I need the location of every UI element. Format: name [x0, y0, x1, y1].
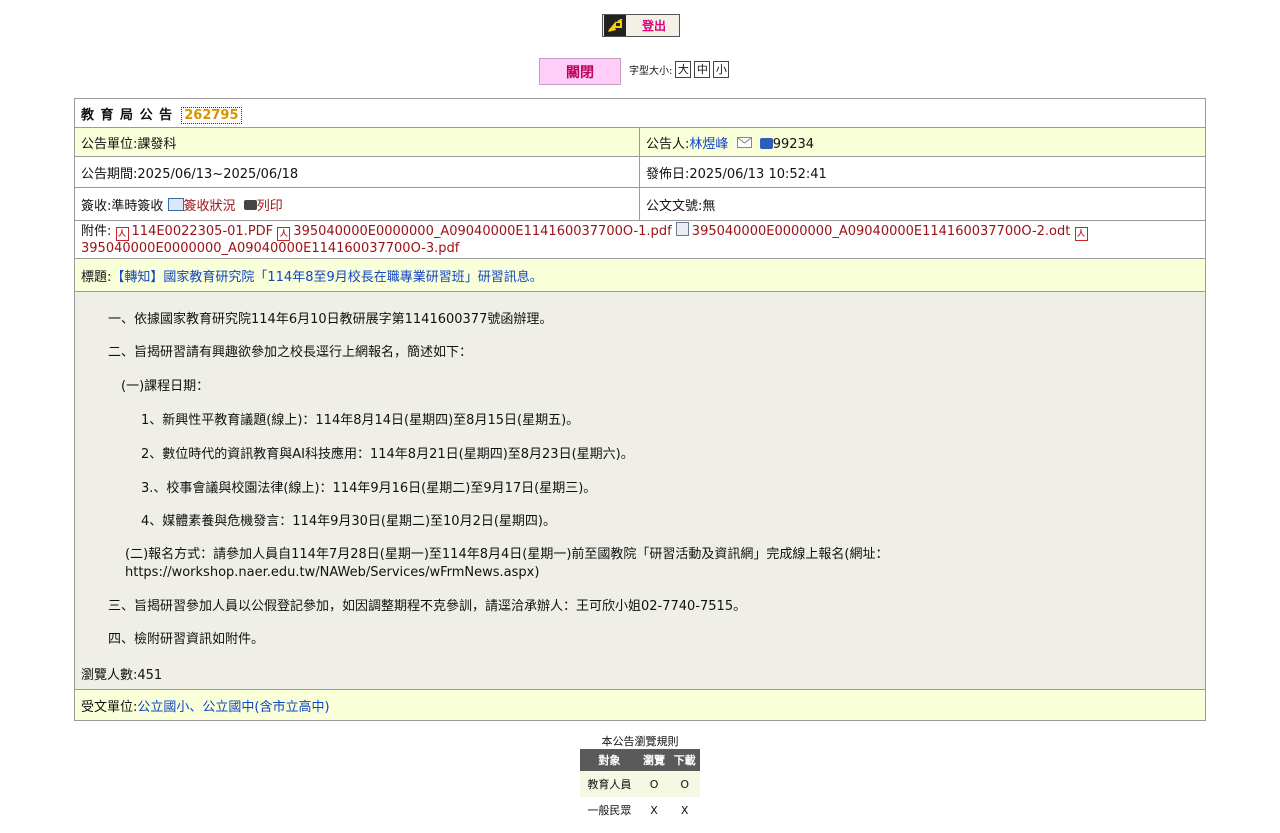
unit-cell: 公告單位:課發科: [74, 127, 640, 157]
rules-header: 瀏覽: [638, 749, 670, 771]
rules-header: 對象: [580, 749, 639, 771]
logout-label: 登出: [642, 19, 667, 33]
announcement-title-link[interactable]: 【轉知】國家教育研究院「114年8至9月校長在職專業研習班」研習訊息。: [111, 270, 542, 285]
announcer-cell: 公告人:林煜峰 99234: [639, 127, 1206, 157]
attachment-link[interactable]: 395040000E0000000_A09040000E114160037700…: [293, 224, 671, 239]
body-line: 二、旨揭研習請有興趣欲參加之校長逕行上網報名，簡述如下：: [108, 345, 473, 360]
body-line: 三、旨揭研習參加人員以公假登記參加，如因調整期程不克參訓，請逕洽承辦人：王可欣小…: [108, 599, 747, 614]
signoff-cell: 簽收:準時簽收 簽收狀況 列印: [74, 187, 640, 221]
view-rules-title: 本公告瀏覽規則: [601, 735, 679, 748]
title-label: 標題:: [81, 269, 112, 285]
printer-icon: [243, 199, 257, 210]
mail-icon[interactable]: [736, 136, 752, 148]
phone-number: 99234: [772, 136, 815, 152]
publish-date-cell: 發佈日:2025/06/13 10:52:41: [639, 156, 1206, 188]
attachment-link[interactable]: 395040000E0000000_A09040000E114160037700…: [692, 224, 1071, 239]
view-count: 瀏覽人數:451: [81, 668, 163, 683]
pdf-icon: 人: [115, 227, 129, 241]
announcement-header-label: 教 育 局 公 告: [81, 107, 174, 123]
body-line: 四、檢附研習資訊如附件。: [108, 632, 265, 647]
body-line: 1、新興性平教育議題(線上)：114年8月14日(星期四)至8月15日(星期五)…: [141, 413, 580, 428]
font-size-selector: 字型大小: 大 中 小: [629, 61, 730, 78]
period-cell: 公告期間:2025/06/13~2025/06/18: [74, 156, 640, 188]
announcement-header: 教 育 局 公 告 262795: [74, 98, 1206, 128]
announcer-name-link[interactable]: 林煜峰: [689, 137, 728, 152]
recipients-cell: 受文單位:公立國小、公立國中(含市立高中): [74, 689, 1206, 721]
font-size-medium-button[interactable]: 中: [694, 61, 711, 78]
logout-button[interactable]: 登出: [602, 14, 680, 37]
body-line: 3.、校事會議與校園法律(線上)：114年9月16日(星期二)至9月17日(星期…: [141, 481, 597, 496]
recipients-value: 公立國小、公立國中(含市立高中): [137, 699, 330, 715]
attachment-link[interactable]: 395040000E0000000_A09040000E114160037700…: [81, 241, 459, 256]
odt-file-icon: [675, 222, 689, 236]
pdf-icon: 人: [1074, 227, 1088, 241]
body-line: (一)課程日期：: [121, 379, 210, 394]
rules-cell: 教育人員: [580, 771, 639, 797]
body-line: 2、數位時代的資訊教育與AI科技應用：114年8月21日(星期四)至8月23日(…: [141, 447, 634, 462]
font-size-large-button[interactable]: 大: [675, 61, 692, 78]
announcer-prefix: 公告人:: [646, 136, 690, 152]
body-line: (二)報名方式：請參加人員自114年7月28日(星期一)至114年8月4日(星期…: [125, 547, 889, 562]
announcement-body: 一、依據國家教育研究院114年6月10日教研展字第1141600377號函辦理。…: [74, 291, 1206, 690]
recipients-label: 受文單位:: [81, 699, 138, 715]
phone-icon: [759, 137, 773, 149]
close-button[interactable]: 關閉: [539, 58, 621, 85]
signoff-status-icon: [167, 197, 184, 211]
pdf-icon: 人: [277, 227, 291, 241]
view-rules: 本公告瀏覽規則 對象 瀏覽 下載 教育人員 O O 一般民眾 X X: [580, 734, 700, 823]
title-cell: 標題:【轉知】國家教育研究院「114年8至9月校長在職專業研習班」研習訊息。: [74, 258, 1206, 292]
body-line: https://workshop.naer.edu.tw/NAWeb/Servi…: [125, 565, 540, 580]
signoff-status-link[interactable]: 簽收狀況: [184, 199, 236, 214]
rules-cell: O: [638, 771, 670, 797]
attachments-label: 附件:: [81, 224, 112, 239]
view-rules-table: 對象 瀏覽 下載 教育人員 O O 一般民眾 X X: [580, 749, 700, 823]
doc-number-cell: 公文文號:無: [639, 187, 1206, 221]
attachment-link[interactable]: 114E0022305-01.PDF: [132, 224, 274, 239]
announcement-id: 262795: [181, 106, 242, 124]
body-line: 一、依據國家教育研究院114年6月10日教研展字第1141600377號函辦理。: [108, 312, 553, 327]
rules-cell: 一般民眾: [587, 804, 632, 817]
font-size-label: 字型大小:: [629, 66, 673, 77]
rules-cell: O: [669, 771, 700, 797]
rules-cell: X: [680, 803, 689, 817]
body-line: 4、媒體素養與危機發言：114年9月30日(星期二)至10月2日(星期四)。: [141, 514, 556, 529]
font-size-small-button[interactable]: 小: [713, 61, 730, 78]
announcement-table: 教 育 局 公 告 262795 公告單位:課發科 公告人:林煜峰 99234 …: [74, 98, 1206, 721]
logout-arrow-icon: [604, 15, 626, 36]
rules-header: 下載: [669, 749, 700, 771]
rules-cell: X: [650, 803, 658, 817]
signoff-prefix: 簽收:準時簽收: [81, 198, 164, 214]
print-link[interactable]: 列印: [257, 199, 283, 214]
attachments-cell: 附件: 人 114E0022305-01.PDF 人 395040000E00000…: [74, 220, 1206, 259]
